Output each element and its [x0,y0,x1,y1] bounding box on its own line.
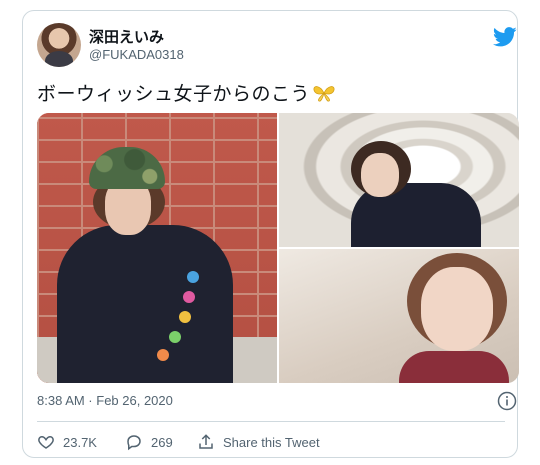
reply-bubble-icon [127,435,141,451]
divider [37,421,505,422]
red-top [399,351,509,383]
navy-hoodie [57,225,233,383]
photo-tunnel[interactable] [279,113,519,247]
share-icon [199,434,213,449]
like-button[interactable]: 23.7K [37,431,97,453]
face [361,153,399,197]
yellow-butterfly-icon [313,86,335,102]
photo-bed[interactable] [279,249,519,383]
heart-icon [38,435,54,449]
sleeve-dot [187,271,199,283]
like-count: 23.7K [63,434,97,450]
display-name[interactable]: 深田えいみ [89,26,164,47]
face [421,267,493,351]
tweet-text: ボーウィッシュ女子からのこう [37,79,336,106]
tweet-text-content: ボーウィッシュ女子からのこう [37,84,311,105]
media-grid [37,113,519,383]
user-handle[interactable]: @FUKADA0318 [89,47,184,62]
tweet-timestamp[interactable]: 8:38 AM · Feb 26, 2020 [37,393,173,408]
twitter-bird-icon[interactable] [493,27,517,47]
photo-brick-wall[interactable] [37,113,277,383]
sleeve-dot [169,331,181,343]
share-button[interactable]: Share this Tweet [197,431,320,453]
sleeve-dot [183,291,195,303]
share-label: Share this Tweet [223,434,320,450]
reply-button[interactable]: 269 [125,431,173,453]
reply-count: 269 [151,434,173,450]
sleeve-dot [179,311,191,323]
sleeve-dot [157,349,169,361]
info-icon[interactable] [497,391,517,411]
tweet-card: 深田えいみ @FUKADA0318 ボーウィッシュ女子からのこう 8:38 AM… [22,10,519,458]
avatar[interactable] [37,23,81,67]
